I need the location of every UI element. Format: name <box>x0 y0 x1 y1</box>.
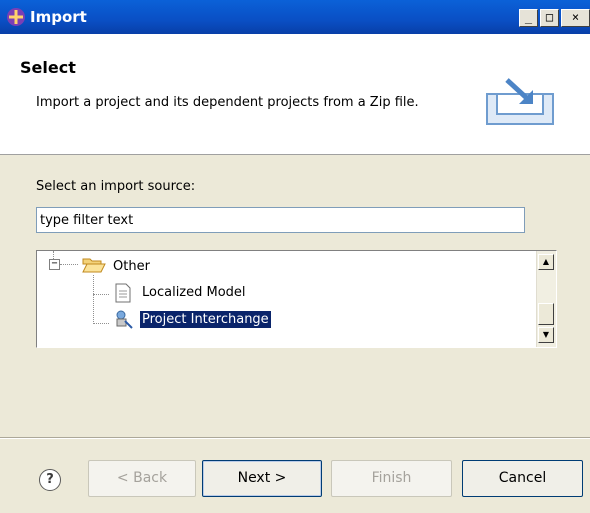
help-icon[interactable]: ? <box>39 469 61 491</box>
scroll-down-icon[interactable]: ▼ <box>538 327 554 343</box>
page-description: Import a project and its dependent proje… <box>36 95 419 110</box>
project-interchange-icon <box>116 310 133 329</box>
tree-item-project-interchange[interactable]: Project Interchange <box>140 311 271 328</box>
next-button[interactable]: Next > <box>202 460 322 497</box>
maximize-button[interactable]: □ <box>540 9 559 27</box>
tree-item-localized-model[interactable]: Localized Model <box>142 285 246 300</box>
tree-scrollbar[interactable]: ▲ ▼ <box>536 251 556 347</box>
page-title: Select <box>20 58 76 77</box>
close-button[interactable]: × <box>561 9 590 27</box>
window-title: Import <box>30 8 87 26</box>
import-wizard-icon <box>486 78 554 125</box>
collapse-toggle[interactable]: − <box>49 259 60 270</box>
cancel-button[interactable]: Cancel <box>462 460 583 497</box>
back-button[interactable]: < Back <box>88 460 196 497</box>
scroll-up-icon[interactable]: ▲ <box>538 254 554 270</box>
import-source-tree[interactable]: − Other Localized Model Project Intercha… <box>36 250 557 348</box>
finish-button[interactable]: Finish <box>331 460 452 497</box>
button-bar-separator <box>0 437 590 439</box>
import-source-label: Select an import source: <box>36 179 196 194</box>
title-bar[interactable] <box>0 0 590 34</box>
minimize-button[interactable]: _ <box>519 9 538 27</box>
scroll-thumb[interactable] <box>538 303 554 325</box>
document-icon <box>115 283 131 303</box>
filter-input[interactable] <box>36 207 525 233</box>
tree-item-other[interactable]: Other <box>113 259 150 274</box>
folder-open-icon <box>82 258 106 273</box>
app-icon <box>7 8 25 26</box>
